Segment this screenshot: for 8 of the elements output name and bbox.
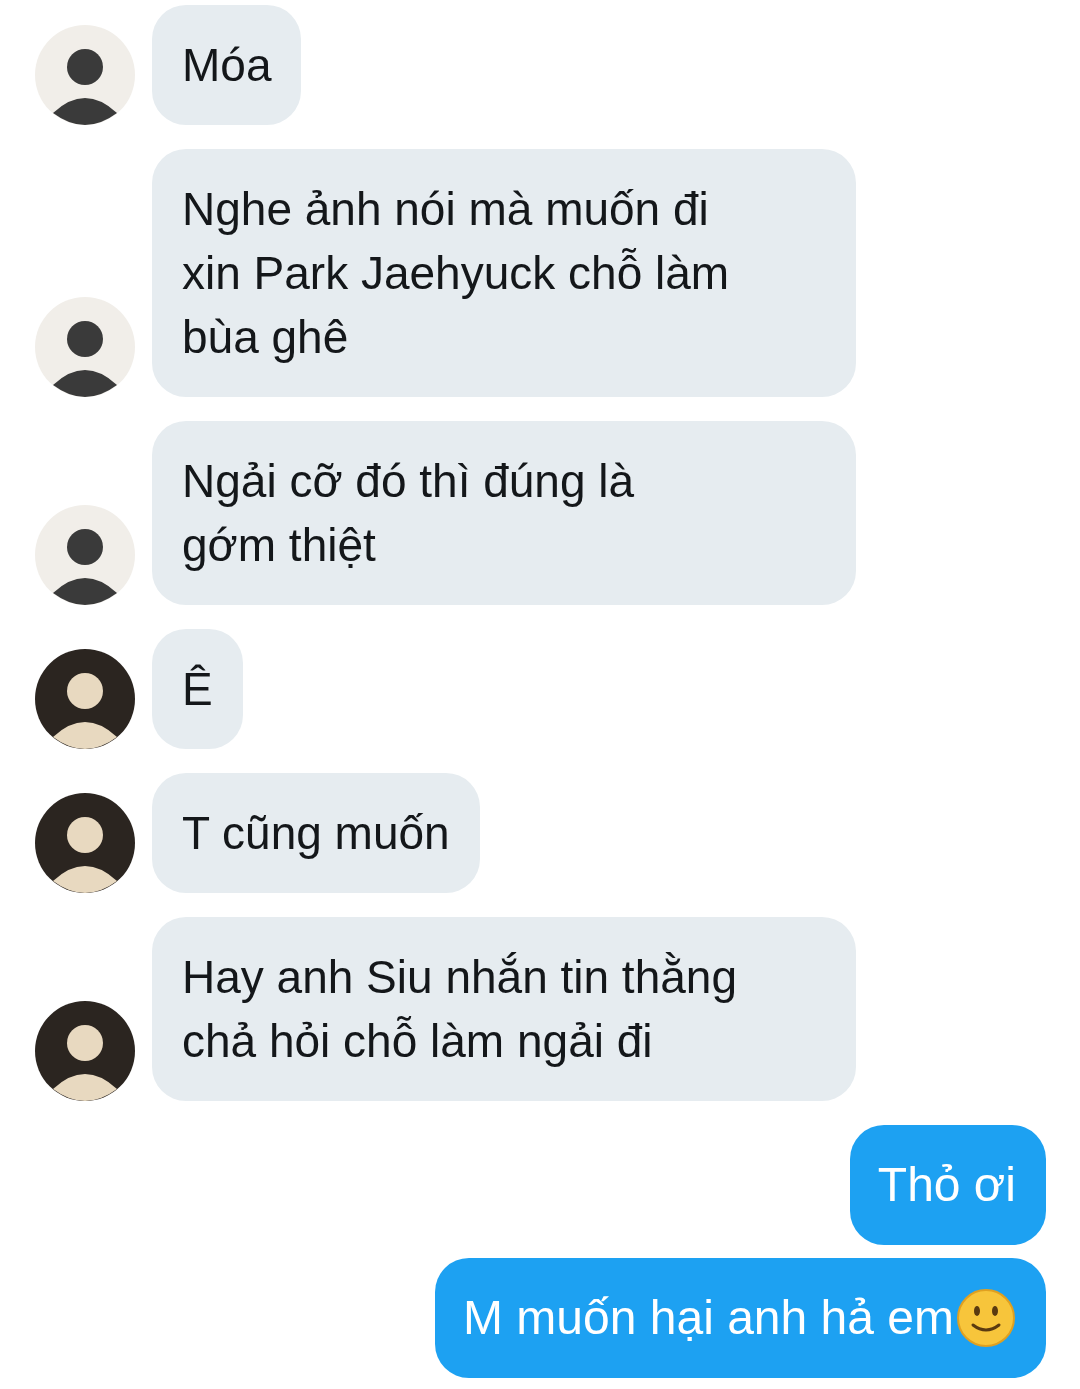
message-bubble: Ê: [152, 629, 243, 749]
message-bubble: Nghe ảnh nói mà muốn đi xin Park Jaehyuck chỗ làm bùa ghê: [152, 149, 856, 397]
message-bubble: Hay anh Siu nhắn tin thằng chả hỏi chỗ làm ngải đi: [152, 917, 856, 1101]
message-bubble: Thỏ ơi: [849, 1125, 1046, 1245]
message-bubble: Móa: [152, 5, 302, 125]
message-bubble: T cũng muốn: [152, 773, 480, 893]
message-bubble: M muốn hại anh hả em: [435, 1258, 1046, 1378]
message-bubble: Ngải cỡ đó thì đúng là gớm thiệt: [152, 421, 856, 605]
